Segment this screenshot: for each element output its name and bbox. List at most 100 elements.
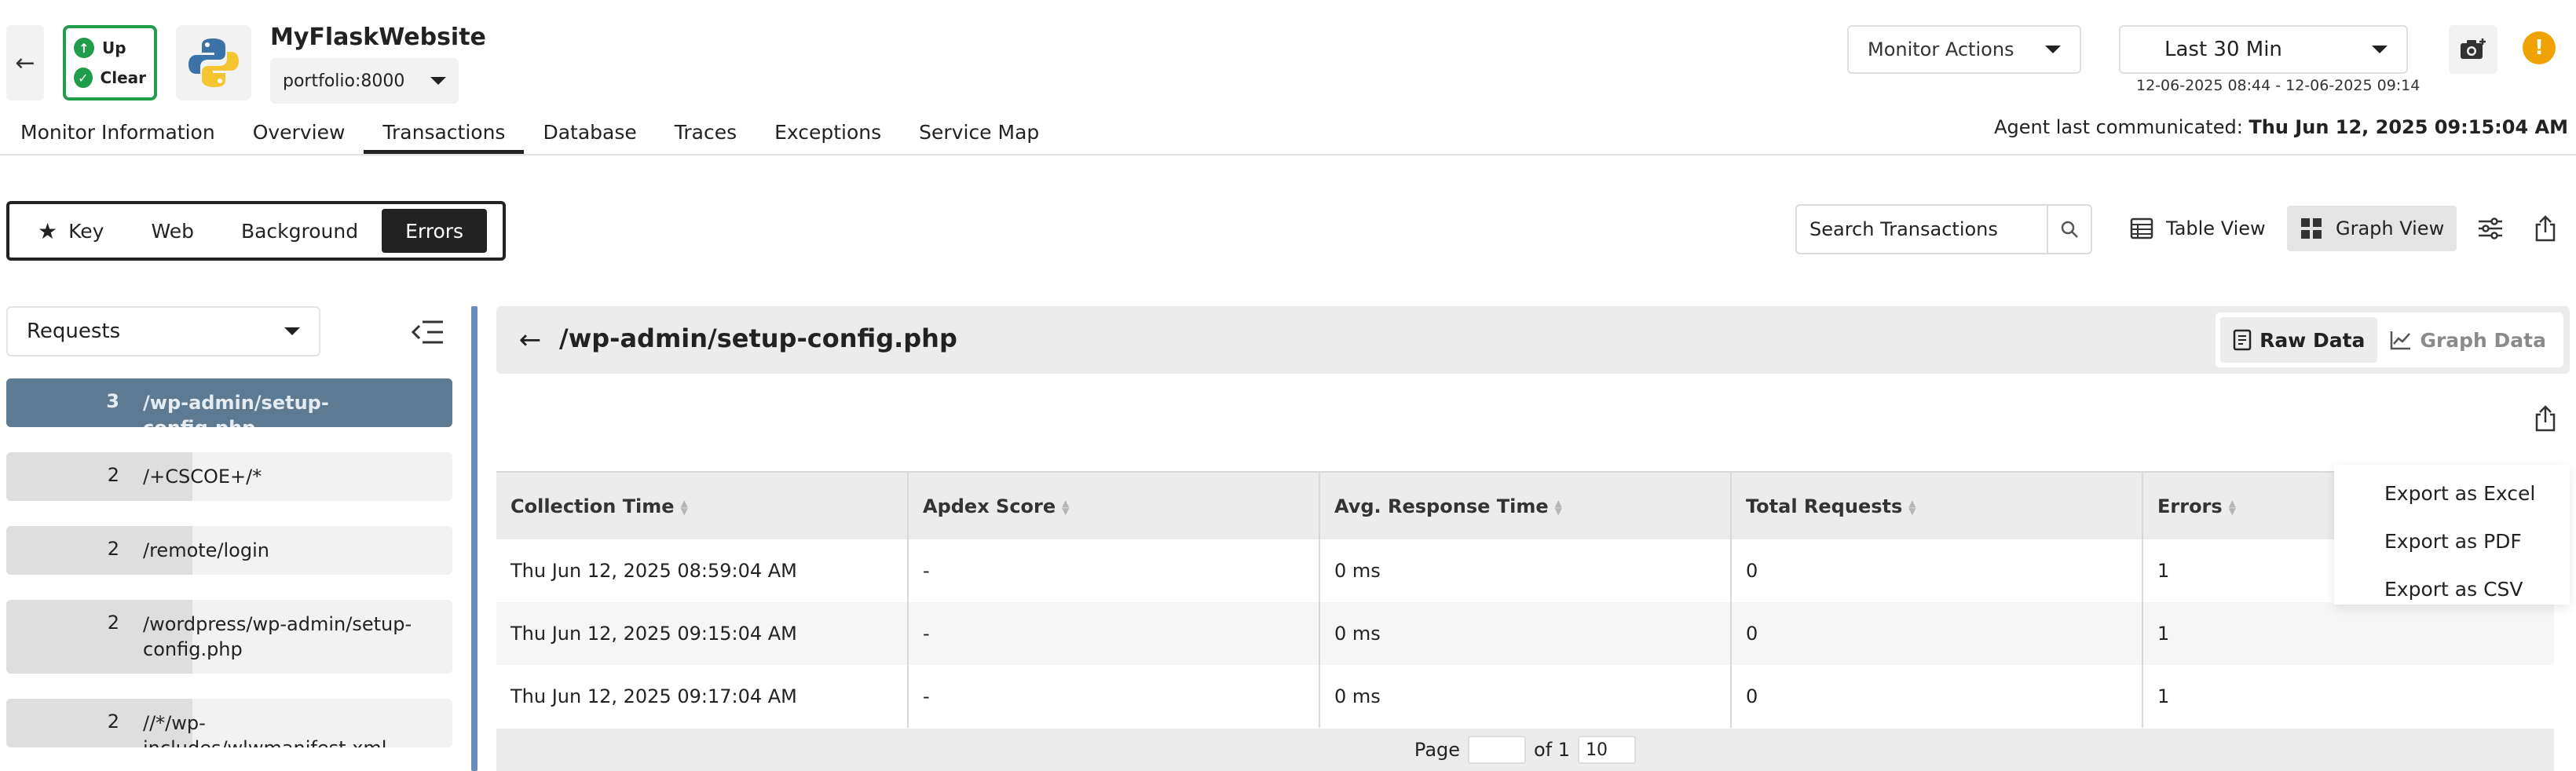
sort-icon: ▲ ▼ xyxy=(2228,497,2236,517)
tab-exceptions[interactable]: Exceptions xyxy=(756,110,900,154)
table-cell: Thu Jun 12, 2025 08:59:04 AM xyxy=(496,539,909,602)
table-cell: 1 xyxy=(2157,685,2170,707)
type-key-label: Key xyxy=(68,219,104,243)
status-clear-label: Clear xyxy=(100,68,146,87)
tab-service-map[interactable]: Service Map xyxy=(900,110,1058,154)
share-icon xyxy=(2535,215,2556,242)
column-header-label: Total Requests xyxy=(1746,495,1903,517)
column-header-total-requests[interactable]: Total Requests ▲ ▼ xyxy=(1731,471,2143,539)
request-count: 2 xyxy=(107,538,119,560)
transaction-detail-header: ← /wp-admin/setup-config.php Raw Data Gr… xyxy=(496,306,2570,374)
raw-data-label: Raw Data xyxy=(2259,328,2366,352)
request-path: /wp-admin/setup-config.php xyxy=(143,392,329,427)
time-range-dropdown[interactable]: Last 30 Min xyxy=(2119,25,2408,74)
detail-back-button[interactable]: ← xyxy=(510,320,550,360)
app-name: MyFlaskWebsite xyxy=(270,24,486,51)
instance-select[interactable]: portfolio:8000 xyxy=(270,58,459,104)
table-export-button[interactable] xyxy=(2526,399,2565,438)
transaction-title: /wp-admin/setup-config.php xyxy=(559,323,957,353)
column-header-avg-response-time[interactable]: Avg. Response Time ▲ ▼ xyxy=(1319,471,1732,539)
monitor-actions-dropdown[interactable]: Monitor Actions xyxy=(1847,25,2081,74)
table-view-button[interactable]: Table View xyxy=(2119,206,2277,251)
agent-time: Thu Jun 12, 2025 09:15:04 AM xyxy=(2249,116,2568,138)
page-number-input[interactable] xyxy=(1468,736,1527,764)
search-box xyxy=(1795,204,2092,254)
panel-scrollbar[interactable] xyxy=(471,306,478,771)
share-export-button[interactable] xyxy=(2526,209,2565,248)
column-header-apdex-score[interactable]: Apdex Score ▲ ▼ xyxy=(908,471,1320,539)
arrow-left-icon: ← xyxy=(15,49,35,77)
request-path: /wordpress/wp-admin/setup-config.php xyxy=(143,613,412,660)
graph-view-button[interactable]: Graph View xyxy=(2287,206,2457,251)
table-row: Thu Jun 12, 2025 09:17:04 AM - 0 ms 0 1 xyxy=(496,665,2554,728)
request-item[interactable]: 2 //*/wp-includes/wlwmanifest.xml xyxy=(6,699,452,747)
request-item[interactable]: 2 /remote/login xyxy=(6,526,452,575)
search-input[interactable] xyxy=(1797,206,2047,253)
request-item[interactable]: 3 /wp-admin/setup-config.php xyxy=(6,378,452,427)
metric-select-value: Requests xyxy=(27,320,121,343)
tab-traces[interactable]: Traces xyxy=(656,110,756,154)
table-cell: 0 xyxy=(1731,665,2143,728)
export-pdf-item[interactable]: Export as PDF xyxy=(2334,517,2570,565)
column-header-label: Apdex Score xyxy=(923,495,1056,517)
time-range-label: Last 30 Min xyxy=(2164,38,2282,61)
type-key-button[interactable]: ★ Key xyxy=(14,209,127,253)
time-range-detail: 12-06-2025 08:44 - 12-06-2025 09:14 xyxy=(2136,77,2420,94)
instance-select-value: portfolio:8000 xyxy=(283,71,405,91)
request-count: 3 xyxy=(106,390,119,412)
request-count: 2 xyxy=(107,612,119,634)
chevron-down-icon xyxy=(2045,46,2061,53)
export-excel-item[interactable]: Export as Excel xyxy=(2334,470,2570,517)
graph-data-label: Graph Data xyxy=(2420,328,2546,352)
status-up-label: Up xyxy=(102,38,126,57)
camera-icon xyxy=(2461,38,2486,59)
sort-icon: ▲ ▼ xyxy=(1554,497,1562,517)
arrow-left-icon: ← xyxy=(518,324,542,356)
back-button[interactable]: ← xyxy=(6,25,44,100)
column-header-label: Errors xyxy=(2157,495,2223,517)
snapshot-button[interactable] xyxy=(2449,25,2497,74)
type-background-button[interactable]: Background xyxy=(218,209,382,253)
request-item[interactable]: 2 /wordpress/wp-admin/setup-config.php xyxy=(6,600,452,674)
raw-data-table: Collection Time ▲ ▼ Apdex Score ▲ ▼ Avg. Res… xyxy=(496,471,2554,728)
grid-icon xyxy=(2301,218,2322,239)
share-icon xyxy=(2535,405,2556,432)
request-item[interactable]: 2 /+CSCOE+/* xyxy=(6,452,452,501)
type-errors-button[interactable]: Errors xyxy=(382,209,488,253)
alert-icon[interactable]: ! xyxy=(2523,31,2556,64)
table-cell: 0 ms xyxy=(1319,539,1732,602)
table-row: Thu Jun 12, 2025 09:15:04 AM - 0 ms 0 1 xyxy=(496,602,2554,665)
column-settings-button[interactable] xyxy=(2471,209,2510,248)
search-button[interactable] xyxy=(2047,206,2091,253)
metric-select[interactable]: Requests xyxy=(6,306,320,356)
collapse-panel-button[interactable] xyxy=(405,312,449,352)
request-path: //*/wp-includes/wlwmanifest.xml xyxy=(143,712,386,747)
tab-overview[interactable]: Overview xyxy=(234,110,364,154)
chevron-down-icon xyxy=(2372,46,2388,53)
table-row: Thu Jun 12, 2025 08:59:04 AM - 0 ms 0 1 xyxy=(496,539,2554,602)
type-web-button[interactable]: Web xyxy=(127,209,218,253)
pagination: Page of 1 xyxy=(496,729,2554,771)
chevron-down-icon xyxy=(430,77,446,85)
export-csv-item[interactable]: Export as CSV xyxy=(2334,565,2570,613)
transaction-type-filter: ★ Key Web Background Errors xyxy=(6,201,506,261)
table-header-row: Collection Time ▲ ▼ Apdex Score ▲ ▼ Avg. Res… xyxy=(496,471,2554,539)
column-header-collection-time[interactable]: Collection Time ▲ ▼ xyxy=(496,471,909,539)
table-cell: - xyxy=(908,665,1320,728)
request-count: 2 xyxy=(107,464,119,486)
sort-icon: ▲ ▼ xyxy=(680,497,688,517)
table-view-label: Table View xyxy=(2166,217,2266,239)
table-cell: - xyxy=(908,539,1320,602)
monitor-status-badge: ↑ Up ✓ Clear xyxy=(63,25,157,100)
tab-monitor-information[interactable]: Monitor Information xyxy=(20,110,234,154)
raw-data-button[interactable]: Raw Data xyxy=(2220,317,2378,363)
graph-data-button[interactable]: Graph Data xyxy=(2377,317,2559,363)
tab-database[interactable]: Database xyxy=(524,110,655,154)
document-icon xyxy=(2233,329,2252,351)
table-cell: 0 ms xyxy=(1319,665,1732,728)
agent-last-communicated: Agent last communicated: Thu Jun 12, 202… xyxy=(1994,116,2568,138)
tab-transactions[interactable]: Transactions xyxy=(364,110,525,154)
request-path: /remote/login xyxy=(143,539,269,561)
page-size-input[interactable] xyxy=(1578,736,1637,764)
request-path: /+CSCOE+/* xyxy=(143,466,262,488)
